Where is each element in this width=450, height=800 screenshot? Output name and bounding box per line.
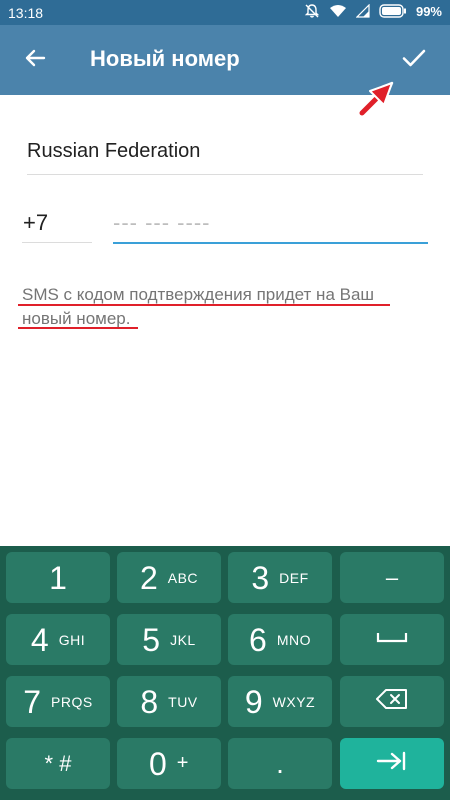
tab-next-icon	[376, 751, 408, 776]
annotation-underline-1	[18, 304, 390, 306]
phone-number-input[interactable]	[113, 204, 428, 244]
key-2[interactable]: 2 ABC	[117, 552, 221, 603]
annotation-underline-2	[18, 327, 138, 329]
key-5[interactable]: 5 JKL	[117, 614, 221, 665]
key-next[interactable]	[340, 738, 444, 789]
battery-percentage: 99%	[415, 3, 442, 19]
status-icons: 99%	[304, 3, 442, 19]
key-6[interactable]: 6 MNO	[228, 614, 332, 665]
status-time: 13:18	[8, 5, 44, 21]
page-title: Новый номер	[90, 46, 240, 71]
key-minus[interactable]: –	[340, 552, 444, 603]
key-4[interactable]: 4 GHI	[6, 614, 110, 665]
backspace-icon	[375, 688, 409, 715]
sms-info-text: SMS с кодом подтверждения придет на Ваш …	[22, 283, 422, 331]
key-3[interactable]: 3 DEF	[228, 552, 332, 603]
checkmark-icon	[401, 45, 427, 76]
back-button[interactable]	[14, 39, 56, 81]
annotation-arrow-icon	[356, 77, 398, 124]
country-selector[interactable]: Russian Federation	[27, 140, 423, 175]
key-8[interactable]: 8 TUV	[117, 676, 221, 727]
key-0[interactable]: 0 +	[117, 738, 221, 789]
space-icon	[375, 630, 409, 649]
key-1[interactable]: 1	[6, 552, 110, 603]
key-7[interactable]: 7 PRQS	[6, 676, 110, 727]
key-star-hash[interactable]: * #	[6, 738, 110, 789]
country-code: +7	[23, 210, 49, 235]
signal-icon	[355, 4, 370, 18]
country-code-field[interactable]: +7	[22, 207, 92, 243]
arrow-left-icon	[23, 46, 47, 75]
status-bar: 13:18 99%	[0, 0, 450, 25]
numeric-keypad: 1 2 ABC 3 DEF – 4 GHI 5 JKL 6 MNO 7 PRQS…	[0, 546, 450, 800]
key-space[interactable]	[340, 614, 444, 665]
battery-icon	[379, 4, 407, 18]
notifications-off-icon	[304, 3, 320, 19]
key-dot[interactable]: .	[228, 738, 332, 789]
confirm-button[interactable]	[393, 39, 435, 81]
key-9[interactable]: 9 WXYZ	[228, 676, 332, 727]
wifi-icon	[329, 3, 347, 19]
key-backspace[interactable]	[340, 676, 444, 727]
